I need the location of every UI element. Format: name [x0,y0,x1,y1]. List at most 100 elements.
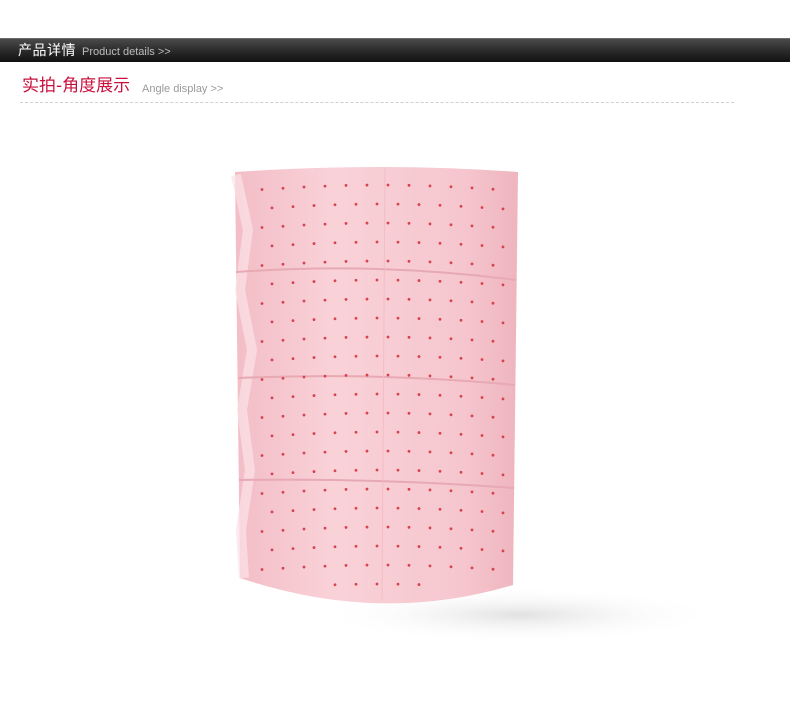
perforation-dot [501,435,505,439]
perforation-dot [291,243,295,247]
perforation-dot [480,282,484,285]
perforation-dot [417,355,421,358]
perforation-dot [344,184,348,187]
perforation-dot [260,188,264,191]
perforation-dot [438,203,442,207]
perforation-dot [491,453,495,457]
perforation-dot [354,278,358,282]
perforation-dot [417,507,421,510]
perforation-dot [333,317,337,321]
perforation-dot [396,316,400,320]
perforation-dot [260,226,264,229]
perforation-dot [270,472,274,476]
perforation-dot [470,224,474,228]
perforation-dot [302,299,306,303]
perforation-dot [323,222,327,226]
perforation-dot [375,316,379,320]
perforation-dot [323,336,327,340]
perforation-dot [281,376,285,380]
perforation-dot [491,187,495,191]
perforation-dot [260,378,264,381]
absorbent-roll [235,167,518,604]
perforation-dot [428,526,432,530]
perforation-dot [428,488,432,492]
perforation-dot [365,525,369,529]
perforation-dot [417,431,421,434]
perforation-dot [302,413,306,417]
perforation-dot [396,582,400,586]
perforation-dot [333,393,337,397]
perforation-dot [365,411,369,415]
perforation-dot [470,566,474,570]
perforation-dot [470,452,474,456]
perforation-dot [417,317,421,320]
perforation-dot [333,203,337,207]
perforation-dot [333,469,337,473]
perforation-dot [459,432,463,436]
perforation-dot [354,430,358,434]
perforation-dot [333,583,337,587]
perforation-dot [302,451,306,455]
perforation-dot [375,544,379,548]
perforation-dot [428,450,432,454]
product-photo [231,167,720,643]
perforation-dot [501,321,505,325]
perforation-dot [281,566,285,570]
perforation-dot [375,392,379,396]
perforation-dot [459,318,463,322]
perforation-dot [344,488,348,491]
perforation-dot [386,487,390,491]
perforation-dot [480,244,484,247]
perforation-dot [501,283,505,287]
perforation-dot [428,564,432,568]
perforation-dot [501,207,505,211]
perforation-dot [407,259,411,263]
perforation-dot [260,492,264,495]
perforation-dot [291,471,295,475]
perforation-dot [459,508,463,512]
perforation-dot [407,335,411,339]
perforation-dot [270,434,274,438]
perforation-dot [438,355,442,359]
perforation-dot [323,412,327,416]
perforation-dot [333,355,337,359]
perforation-dot [386,297,390,301]
perforation-dot [480,320,484,323]
perforation-dot [354,468,358,472]
perforation-dot [312,508,316,511]
perforation-dot [491,491,495,495]
perforation-dot [501,473,505,477]
perforation-dot [333,507,337,511]
perforation-dot [270,320,274,324]
perforation-dot [396,354,400,358]
perforation-dot [449,375,453,379]
perforation-dot [302,489,306,493]
perforation-dot [407,563,411,567]
perforation-dot [260,568,264,571]
perforation-dot [501,549,505,553]
perforation-dot [333,279,337,283]
perforation-dot [302,223,306,227]
perforation-dot [354,354,358,358]
perforation-dot [291,547,295,551]
perforation-dot [281,300,285,304]
perforation-dot [470,186,474,190]
perforation-dot [428,260,432,264]
perforation-dot [428,412,432,416]
perforation-dot [417,279,421,282]
perforation-dot [438,393,442,397]
perforation-dot [449,451,453,455]
perforation-dot [428,298,432,302]
perforation-dot [449,223,453,227]
perforation-dot [396,202,400,206]
perforation-dot [302,337,306,341]
perforation-dot [312,432,316,435]
perforation-dot [470,300,474,304]
perforation-dot [501,397,505,401]
perforation-dot [333,545,337,549]
perforation-dot [365,335,369,339]
perforation-dot [354,202,358,206]
perforation-dot [323,260,327,264]
perforation-dot [312,394,316,397]
perforation-dot [302,261,306,265]
